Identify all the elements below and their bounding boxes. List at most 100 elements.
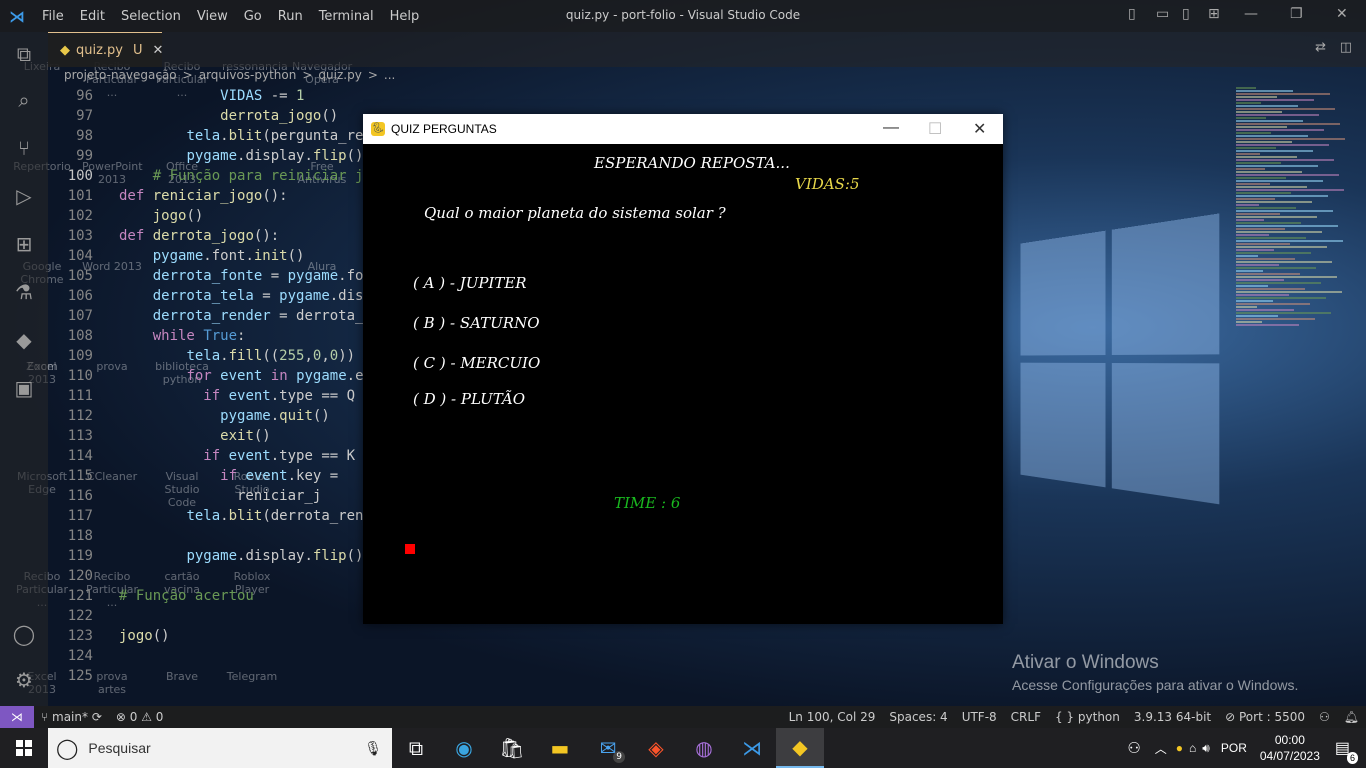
menu-item-terminal[interactable]: Terminal (311, 9, 382, 24)
minimap-line (1236, 183, 1270, 185)
tab-quiz-py[interactable]: ◆ quiz.py U ✕ (48, 32, 164, 67)
volume-icon[interactable]: 🔊︎ (1199, 741, 1213, 756)
customize-layout-icon[interactable]: ⊞ (1208, 6, 1220, 22)
problems-status[interactable]: ⊗ 0 ⚠ 0 (109, 710, 171, 724)
menu-item-help[interactable]: Help (382, 9, 428, 24)
tab-close-icon[interactable]: ✕ (153, 43, 164, 58)
minimap-line (1236, 96, 1277, 98)
toggle-primary-sidebar-icon[interactable]: ▯ (1128, 6, 1136, 22)
python-icon[interactable]: ◆ (12, 328, 36, 352)
minimap-line (1236, 213, 1280, 215)
notifications-bell-icon[interactable]: 🔔︎ (1337, 710, 1366, 724)
input-language[interactable]: POR (1213, 741, 1255, 755)
minimap-line (1236, 126, 1287, 128)
indentation[interactable]: Spaces: 4 (882, 710, 954, 724)
code-line[interactable]: 96 VIDAS -= 1 (48, 86, 748, 106)
minimap-line (1236, 255, 1258, 257)
minimap-line (1236, 201, 1312, 203)
code-line[interactable]: 125 (48, 666, 748, 686)
end-of-line[interactable]: CRLF (1004, 710, 1048, 724)
compare-changes-icon[interactable]: ⇄ (1315, 40, 1326, 55)
task-view-icon[interactable]: ⧉ (392, 728, 440, 768)
testing-icon[interactable]: ⚗ (12, 280, 36, 304)
taskbar-search[interactable]: ◯ Pesquisar 🎙︎ (48, 728, 392, 768)
line-number: 99 (76, 148, 93, 164)
quiz-minimize-icon[interactable]: — (883, 119, 899, 137)
mail-icon[interactable]: ✉ 9 (584, 728, 632, 768)
remote-explorer-icon[interactable]: ▣ (12, 376, 36, 400)
source-control-icon[interactable]: ⑂ (12, 136, 36, 160)
mail-badge: 9 (613, 751, 625, 763)
brave-browser-icon[interactable]: ◈ (632, 728, 680, 768)
close-icon[interactable]: ✕ (1336, 6, 1348, 22)
explorer-icon[interactable]: ⧉ (12, 42, 36, 66)
encoding[interactable]: UTF-8 (955, 710, 1004, 724)
toggle-panel-icon[interactable]: ▭ (1156, 6, 1169, 22)
line-code: # Função para reiniciar jogo (119, 168, 389, 184)
github-desktop-icon[interactable]: ◍ (680, 728, 728, 768)
line-number: 115 (67, 468, 93, 484)
menu-item-selection[interactable]: Selection (113, 9, 189, 24)
line-number: 120 (67, 568, 93, 584)
minimap-line (1236, 192, 1291, 194)
breadcrumb-item[interactable]: ... (384, 68, 395, 86)
python-taskbar-icon[interactable]: ◆ (776, 728, 824, 768)
breadcrumb: projeto-navegação > arquivos-python > quiz.p… (64, 68, 395, 86)
edge-browser-icon[interactable]: ◉ (440, 728, 488, 768)
remote-indicator-icon[interactable]: ⋊ (0, 706, 34, 728)
clock[interactable]: 00:00 04/07/2023 (1255, 732, 1325, 764)
option-d: ( D ) - PLUTÃO (413, 390, 526, 408)
norton-shield-icon[interactable]: ● (1173, 741, 1186, 755)
microsoft-store-icon[interactable]: 🛍︎ (488, 728, 536, 768)
line-number: 109 (67, 348, 93, 364)
minimap-line (1236, 102, 1261, 104)
account-icon[interactable]: ◯ (12, 622, 36, 646)
feedback-icon[interactable]: ⚇ (1312, 710, 1337, 724)
warning-count: 0 (155, 710, 164, 724)
quiz-window-titlebar[interactable]: 🐍︎ QUIZ PERGUNTAS — ☐ ✕ (363, 114, 1003, 144)
menu-item-run[interactable]: Run (270, 9, 311, 24)
minimap[interactable] (1236, 86, 1356, 336)
manage-gear-icon[interactable]: ⚙ (12, 668, 36, 692)
split-editor-icon[interactable]: ◫ (1340, 40, 1352, 55)
breadcrumb-separator: > (302, 68, 313, 82)
breadcrumb-item[interactable]: projeto-navegação (64, 68, 177, 86)
line-number: 121 (67, 588, 93, 604)
file-explorer-icon[interactable]: ▬ (536, 728, 584, 768)
people-icon[interactable]: ⚇ (1119, 739, 1148, 757)
run-debug-icon[interactable]: ▷ (12, 184, 36, 208)
branch-status[interactable]: ⑂ main* ⟳ (34, 710, 109, 724)
minimap-line (1236, 138, 1345, 140)
cursor-position[interactable]: Ln 100, Col 29 (782, 710, 883, 724)
breadcrumb-item[interactable]: arquivos-python (199, 68, 297, 86)
extensions-icon[interactable]: ⊞ (12, 232, 36, 256)
minimap-line (1236, 300, 1273, 302)
activation-watermark: Ativar o Windows Acesse Configurações pa… (1012, 652, 1298, 693)
menu-item-view[interactable]: View (189, 9, 236, 24)
minimize-icon[interactable]: — (1244, 6, 1258, 22)
line-number: 103 (67, 228, 93, 244)
error-count: 0 (129, 710, 138, 724)
live-server-port[interactable]: ⊘ Port : 5500 (1218, 710, 1312, 724)
menu-item-file[interactable]: File (34, 9, 72, 24)
search-icon[interactable]: ⌕ (12, 88, 36, 112)
restore-icon[interactable]: ❐ (1290, 6, 1303, 22)
quiz-close-icon[interactable]: ✕ (973, 119, 986, 139)
action-center-icon[interactable]: ▤ 6 (1325, 738, 1366, 764)
toggle-secondary-sidebar-icon[interactable]: ▯ (1182, 6, 1190, 22)
line-code: tela.blit(pergunta_ren (186, 128, 372, 144)
vscode-taskbar-icon[interactable]: ⋊ (728, 728, 776, 768)
minimap-line (1236, 249, 1274, 251)
python-interpreter[interactable]: 3.9.13 64-bit (1127, 710, 1218, 724)
language-mode[interactable]: { } python (1048, 710, 1127, 724)
quiz-game-window[interactable]: 🐍︎ QUIZ PERGUNTAS — ☐ ✕ ESPERANDO REPOST… (363, 114, 1003, 624)
microphone-icon[interactable]: 🎙︎ (364, 740, 382, 757)
start-button[interactable] (0, 728, 48, 768)
network-icon[interactable]: ⌂ (1186, 741, 1199, 755)
show-hidden-icons-icon[interactable]: ︿ (1149, 740, 1173, 757)
code-line[interactable]: 124 (48, 646, 748, 666)
menu-item-edit[interactable]: Edit (72, 9, 113, 24)
menu-item-go[interactable]: Go (236, 9, 270, 24)
breadcrumb-item[interactable]: quiz.py (318, 68, 361, 86)
code-line[interactable]: 123 jogo() (48, 626, 748, 646)
